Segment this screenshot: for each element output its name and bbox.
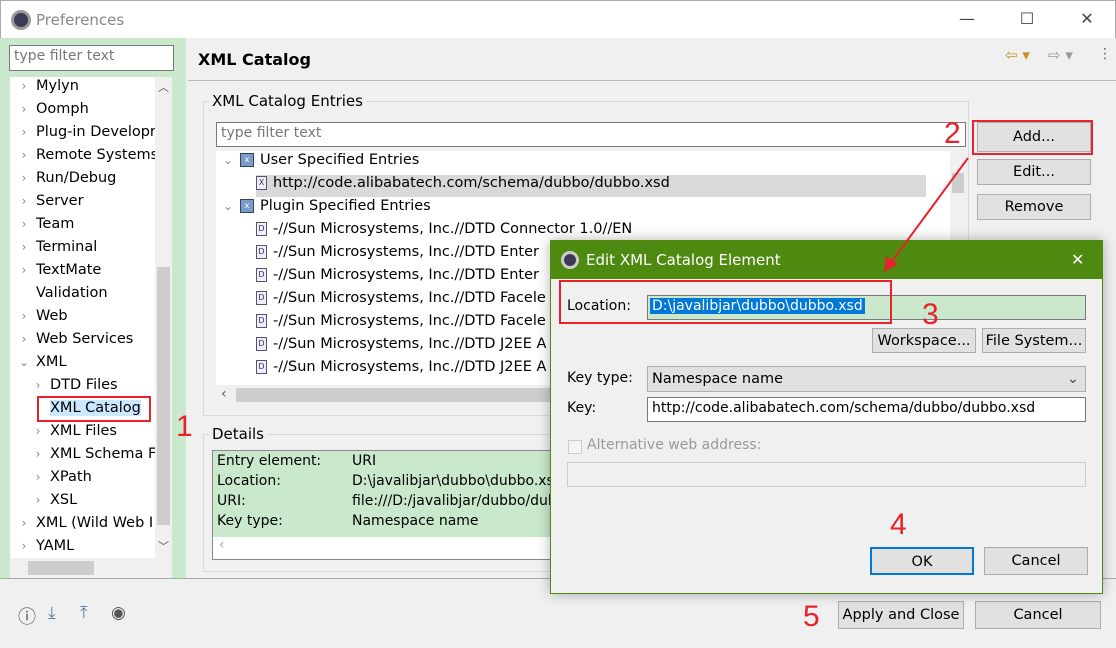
annotation-number: 3: [922, 298, 939, 331]
annotation-number: 5: [803, 600, 820, 633]
annotation-number: 2: [944, 117, 961, 150]
annotation-number: 4: [890, 508, 907, 541]
annotation-number: 1: [176, 410, 193, 443]
annotation-arrow: [884, 157, 969, 272]
